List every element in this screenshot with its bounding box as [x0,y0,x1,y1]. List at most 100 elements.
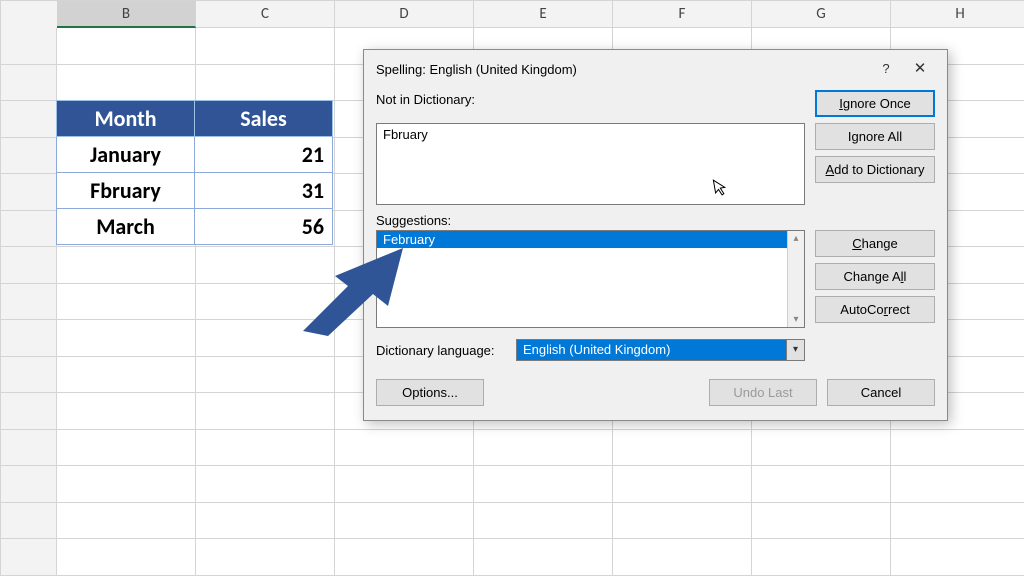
undo-last-button: Undo Last [709,379,817,406]
autocorrect-button[interactable]: AutoCorrect [815,296,935,323]
header-sales: Sales [195,101,333,137]
cell[interactable] [57,28,196,65]
cell[interactable] [57,466,196,503]
cell-month[interactable]: January [57,137,195,173]
row-header[interactable] [1,503,57,540]
spelling-dialog: Spelling: English (United Kingdom) ? ✕ N… [363,49,948,421]
cell[interactable] [613,430,752,467]
header-month: Month [57,101,195,137]
cell-sales[interactable]: 21 [195,137,333,173]
cell[interactable] [196,320,335,357]
change-button[interactable]: Change [815,230,935,257]
cell[interactable] [57,357,196,394]
cell-sales[interactable]: 31 [195,173,333,209]
suggestion-item[interactable]: February [377,231,804,248]
row-header[interactable] [1,211,57,248]
data-table: Month Sales January 21 Fbruary 31 March … [56,100,333,245]
col-header-g[interactable]: G [752,1,891,28]
cell[interactable] [196,284,335,321]
cell[interactable] [57,247,196,284]
row-header[interactable] [1,430,57,467]
cell[interactable] [474,539,613,576]
row-header[interactable] [1,65,57,102]
cell[interactable] [335,430,474,467]
cancel-button[interactable]: Cancel [827,379,935,406]
row-header[interactable] [1,284,57,321]
cell-sales[interactable]: 56 [195,209,333,245]
cell[interactable] [57,393,196,430]
cell[interactable] [613,466,752,503]
row-header[interactable] [1,320,57,357]
cell[interactable] [196,28,335,65]
row-header[interactable] [1,539,57,576]
row-header[interactable] [1,393,57,430]
cell[interactable] [613,503,752,540]
cell[interactable] [196,430,335,467]
cell[interactable] [752,466,891,503]
ignore-all-button[interactable]: Ignore All [815,123,935,150]
dictionary-language-select[interactable]: English (United Kingdom) ▾ [516,339,805,361]
cell[interactable] [474,466,613,503]
table-row[interactable]: Fbruary 31 [57,173,333,209]
cell[interactable] [752,539,891,576]
cell[interactable] [474,503,613,540]
suggestions-label: Suggestions: [376,213,805,228]
cell[interactable] [196,466,335,503]
scroll-down-icon[interactable]: ▾ [793,314,798,325]
cell-month[interactable]: Fbruary [57,173,195,209]
close-button[interactable]: ✕ [903,58,937,80]
row-header[interactable] [1,101,57,138]
suggestions-listbox[interactable]: February ▴ ▾ [376,230,805,328]
cell[interactable] [891,430,1024,467]
cell[interactable] [613,539,752,576]
cell[interactable] [196,539,335,576]
cell[interactable] [57,430,196,467]
not-in-dictionary-textbox[interactable]: Fbruary [376,123,805,205]
cell[interactable] [196,357,335,394]
dialog-titlebar[interactable]: Spelling: English (United Kingdom) ? ✕ [364,50,947,86]
cell[interactable] [196,393,335,430]
cell[interactable] [57,539,196,576]
cell[interactable] [335,539,474,576]
row-header[interactable] [1,28,57,65]
scroll-up-icon[interactable]: ▴ [793,233,798,244]
cell[interactable] [196,65,335,102]
scrollbar[interactable]: ▴ ▾ [787,231,804,327]
cell[interactable] [335,466,474,503]
dictionary-language-label: Dictionary language: [376,343,516,358]
change-all-button[interactable]: Change All [815,263,935,290]
cell[interactable] [196,503,335,540]
help-button[interactable]: ? [869,58,903,80]
cell[interactable] [335,503,474,540]
col-header-d[interactable]: D [335,1,474,28]
chevron-down-icon[interactable]: ▾ [786,340,804,360]
cell[interactable] [57,65,196,102]
cell[interactable] [474,430,613,467]
table-row[interactable]: January 21 [57,137,333,173]
cell[interactable] [891,503,1024,540]
cell[interactable] [891,466,1024,503]
cell[interactable] [57,320,196,357]
cell[interactable] [752,503,891,540]
row-header[interactable] [1,247,57,284]
cell[interactable] [752,430,891,467]
options-button[interactable]: Options... [376,379,484,406]
col-header-c[interactable]: C [196,1,335,28]
cell[interactable] [57,503,196,540]
cell[interactable] [57,284,196,321]
col-header-h[interactable]: H [891,1,1024,28]
add-to-dictionary-button[interactable]: Add to Dictionary [815,156,935,183]
row-header[interactable] [1,466,57,503]
row-header[interactable] [1,138,57,175]
col-header-e[interactable]: E [474,1,613,28]
col-header-b[interactable]: B [57,1,196,28]
cell[interactable] [891,539,1024,576]
row-header[interactable] [1,357,57,394]
table-row[interactable]: March 56 [57,209,333,245]
col-header-f[interactable]: F [613,1,752,28]
select-all-corner[interactable] [1,1,57,28]
ignore-once-button[interactable]: IIgnore Oncegnore Once [815,90,935,117]
cell-month[interactable]: March [57,209,195,245]
cell[interactable] [196,247,335,284]
row-header[interactable] [1,174,57,211]
